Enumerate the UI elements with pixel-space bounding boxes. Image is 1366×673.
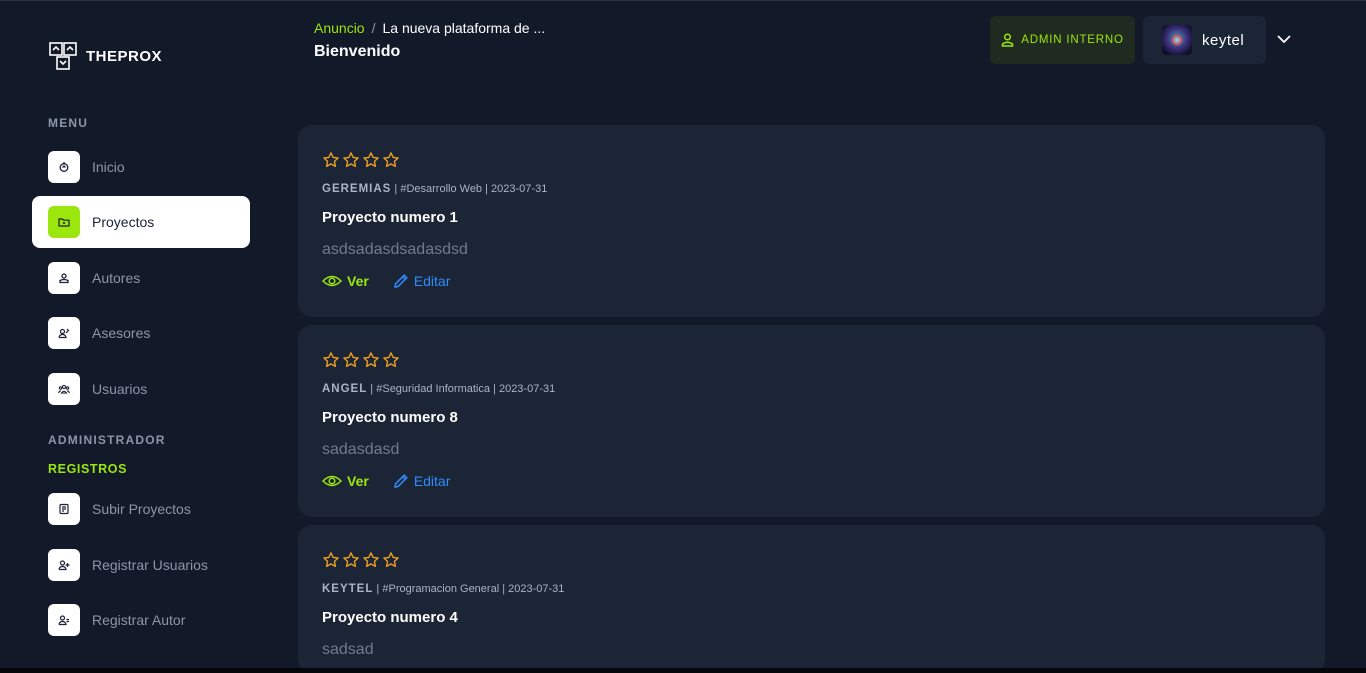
star-icon[interactable] (322, 151, 340, 169)
eye-icon (322, 275, 342, 287)
rating-stars[interactable] (322, 151, 400, 169)
sidebar-item-subir-proyectos[interactable]: Subir Proyectos (32, 483, 250, 535)
star-icon[interactable] (382, 151, 400, 169)
upload-document-icon (48, 493, 80, 525)
page-title: Bienvenido (314, 43, 401, 60)
brand-name: THEPROX (86, 47, 163, 65)
view-button[interactable]: Ver (322, 273, 369, 289)
bottom-edge (0, 668, 1366, 673)
project-tag: #Desarrollo Web (400, 183, 483, 195)
brand-logo-icon (49, 42, 77, 70)
rating-stars[interactable] (322, 351, 400, 369)
project-title: Proyecto numero 1 (322, 209, 458, 226)
username: keytel (1202, 31, 1245, 49)
project-date: 2023-07-31 (508, 583, 565, 595)
star-icon[interactable] (322, 551, 340, 569)
project-title: Proyecto numero 8 (322, 409, 458, 426)
view-button[interactable]: Ver (322, 473, 369, 489)
pencil-icon (393, 474, 408, 488)
sidebar-item-asesores[interactable]: Asesores (32, 307, 250, 359)
users-icon (48, 373, 80, 405)
add-author-icon (48, 604, 80, 636)
view-label: Ver (347, 273, 369, 289)
star-icon[interactable] (342, 551, 360, 569)
project-description: sadsad (322, 641, 374, 658)
breadcrumb: Anuncio / La nueva plataforma de ... (314, 20, 545, 36)
project-actions: Ver Editar (322, 473, 450, 489)
sidebar-item-label: Autores (92, 270, 141, 286)
advisor-icon (48, 317, 80, 349)
user-icon (1002, 33, 1014, 47)
sidebar-item-autores[interactable]: Autores (32, 252, 250, 304)
star-icon[interactable] (382, 551, 400, 569)
edit-label: Editar (413, 273, 451, 289)
sidebar-item-label: Proyectos (92, 214, 155, 230)
folder-icon (48, 206, 80, 238)
sidebar-item-label: Subir Proyectos (92, 501, 191, 517)
star-icon[interactable] (342, 351, 360, 369)
eye-icon (322, 475, 342, 487)
edit-button[interactable]: Editar (393, 473, 451, 489)
sidebar-item-registrar-usuarios[interactable]: Registrar Usuarios (32, 539, 250, 591)
menu-section-label: MENU (48, 116, 89, 130)
project-author: KEYTEL (322, 583, 374, 595)
admin-role-label: ADMIN INTERNO (1021, 34, 1124, 46)
breadcrumb-separator: / (371, 20, 376, 36)
project-card: KEYTEL | #Programacion General | 2023-07… (298, 525, 1325, 673)
star-icon[interactable] (322, 351, 340, 369)
project-card: GEREMIAS | #Desarrollo Web | 2023-07-31 … (298, 125, 1325, 317)
project-tag: #Seguridad Informatica (376, 383, 490, 395)
project-date: 2023-07-31 (491, 183, 548, 195)
project-author: ANGEL (322, 383, 368, 395)
edit-label: Editar (413, 473, 451, 489)
project-author: GEREMIAS (322, 183, 392, 195)
user-icon (48, 262, 80, 294)
project-actions: Ver Editar (322, 273, 450, 289)
avatar (1162, 25, 1192, 55)
sidebar: THEPROX MENU Inicio Proyectos Autores As… (0, 1, 270, 669)
chevron-down-icon[interactable] (1274, 29, 1294, 49)
sidebar-item-proyectos[interactable]: Proyectos (32, 196, 250, 248)
breadcrumb-link-anuncio[interactable]: Anuncio (314, 20, 365, 36)
admin-section-label: ADMINISTRADOR (48, 433, 166, 447)
admin-role-button[interactable]: ADMIN INTERNO (990, 16, 1135, 64)
registros-section-label: REGISTROS (48, 462, 128, 476)
rating-stars[interactable] (322, 551, 400, 569)
app-window: THEPROX MENU Inicio Proyectos Autores As… (0, 0, 1366, 673)
sidebar-item-label: Registrar Autor (92, 612, 186, 628)
project-meta: ANGEL | #Seguridad Informatica | 2023-07… (322, 383, 556, 395)
breadcrumb-current: La nueva plataforma de ... (382, 20, 546, 36)
project-meta: GEREMIAS | #Desarrollo Web | 2023-07-31 (322, 183, 548, 195)
sidebar-item-label: Inicio (92, 159, 125, 175)
project-date: 2023-07-31 (498, 383, 556, 395)
sidebar-item-label: Usuarios (92, 381, 148, 397)
project-description: sadasdasd (322, 441, 400, 458)
sidebar-item-label: Registrar Usuarios (92, 557, 208, 573)
pencil-icon (393, 274, 408, 288)
project-tag: #Programacion General (382, 583, 500, 595)
sidebar-item-label: Asesores (92, 325, 151, 341)
project-description: asdsadasdsadasdsd (322, 241, 468, 258)
view-label: Ver (347, 473, 369, 489)
home-icon (48, 151, 80, 183)
edit-button[interactable]: Editar (393, 273, 451, 289)
sidebar-item-usuarios[interactable]: Usuarios (32, 363, 250, 415)
project-card: ANGEL | #Seguridad Informatica | 2023-07… (298, 325, 1325, 517)
user-profile[interactable]: keytel (1143, 16, 1266, 64)
project-title: Proyecto numero 4 (322, 609, 458, 626)
add-user-icon (48, 549, 80, 581)
sidebar-item-registrar-autor[interactable]: Registrar Autor (32, 594, 250, 646)
sidebar-item-inicio[interactable]: Inicio (32, 141, 250, 193)
star-icon[interactable] (382, 351, 400, 369)
project-meta: KEYTEL | #Programacion General | 2023-07… (322, 583, 565, 595)
brand[interactable]: THEPROX (48, 41, 162, 71)
star-icon[interactable] (342, 151, 360, 169)
star-icon[interactable] (362, 551, 380, 569)
star-icon[interactable] (362, 351, 380, 369)
star-icon[interactable] (362, 151, 380, 169)
